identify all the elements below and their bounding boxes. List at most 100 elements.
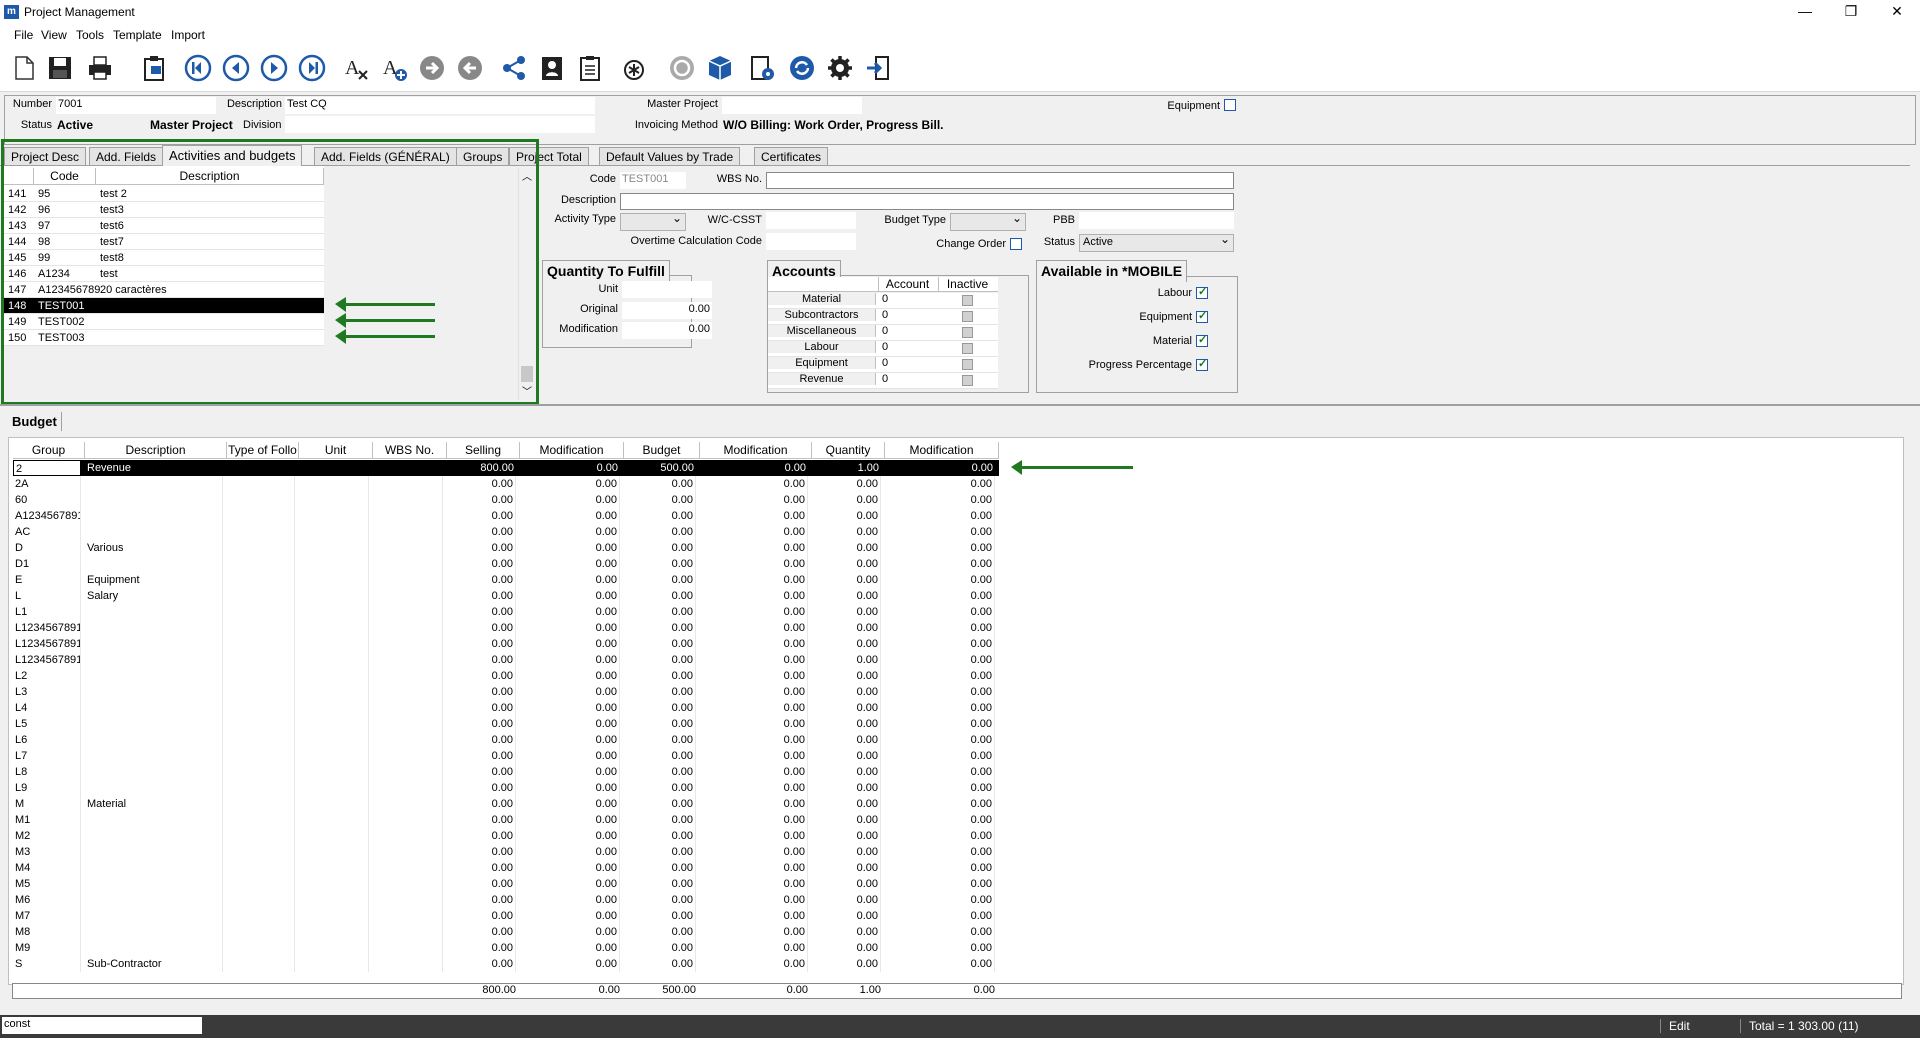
budget-row[interactable]: L7 0.00 0.00 0.00 0.00 0.00 0.00: [13, 748, 999, 764]
budget-col-header[interactable]: Quantity: [812, 442, 885, 459]
detail-description-field[interactable]: [620, 193, 1234, 210]
wbs-field[interactable]: [766, 172, 1234, 189]
contact-card-icon[interactable]: [536, 52, 568, 84]
budget-row[interactable]: M4 0.00 0.00 0.00 0.00 0.00 0.00: [13, 860, 999, 876]
inactive-checkbox[interactable]: [962, 343, 973, 354]
budget-row[interactable]: M2 0.00 0.00 0.00 0.00 0.00 0.00: [13, 828, 999, 844]
back-arrow-icon[interactable]: [454, 52, 486, 84]
budget-row[interactable]: M7 0.00 0.00 0.00 0.00 0.00 0.00: [13, 908, 999, 924]
budget-row[interactable]: L Salary 0.00 0.00 0.00 0.00 0.00 0.00: [13, 588, 999, 604]
qty-original-field[interactable]: 0.00: [622, 302, 712, 319]
budget-row[interactable]: L12345678911 0.00 0.00 0.00 0.00 0.00 0.00: [13, 636, 999, 652]
account-number[interactable]: 0: [882, 341, 888, 353]
inactive-checkbox[interactable]: [962, 327, 973, 338]
next-record-icon[interactable]: [258, 52, 290, 84]
budget-col-header[interactable]: Modification: [700, 442, 812, 459]
budget-col-header[interactable]: Modification: [520, 442, 624, 459]
budget-row[interactable]: A1234567891 0.00 0.00 0.00 0.00 0.00 0.00: [13, 508, 999, 524]
account-number[interactable]: 0: [882, 293, 888, 305]
inactive-checkbox[interactable]: [962, 359, 973, 370]
add-font-icon[interactable]: A: [378, 52, 410, 84]
budget-row[interactable]: M8 0.00 0.00 0.00 0.00 0.00 0.00: [13, 924, 999, 940]
forward-arrow-icon[interactable]: [416, 52, 448, 84]
budget-col-header[interactable]: WBS No.: [373, 442, 447, 459]
mobile-item-checkbox[interactable]: [1196, 357, 1208, 371]
account-number[interactable]: 0: [882, 373, 888, 385]
budget-row[interactable]: L5 0.00 0.00 0.00 0.00 0.00 0.00: [13, 716, 999, 732]
menu-view[interactable]: View: [41, 28, 67, 42]
mobile-item-checkbox[interactable]: [1196, 309, 1208, 323]
overtime-field[interactable]: [766, 233, 856, 250]
budget-row[interactable]: 60 0.00 0.00 0.00 0.00 0.00 0.00: [13, 492, 999, 508]
tab-default-values-by-trade[interactable]: Default Values by Trade: [599, 147, 741, 165]
budget-tab[interactable]: Budget: [8, 412, 62, 431]
budget-row[interactable]: L2 0.00 0.00 0.00 0.00 0.00 0.00: [13, 668, 999, 684]
account-number[interactable]: 0: [882, 309, 888, 321]
refresh-circle-icon[interactable]: [666, 52, 698, 84]
qty-modification-field[interactable]: 0.00: [622, 322, 712, 339]
clipboard-icon[interactable]: [138, 52, 170, 84]
account-number[interactable]: 0: [882, 357, 888, 369]
database-icon[interactable]: [704, 52, 736, 84]
first-record-icon[interactable]: [182, 52, 214, 84]
share-icon[interactable]: [498, 52, 530, 84]
budget-row[interactable]: M6 0.00 0.00 0.00 0.00 0.00 0.00: [13, 892, 999, 908]
budget-row[interactable]: M Material 0.00 0.00 0.00 0.00 0.00 0.00: [13, 796, 999, 812]
budget-col-header[interactable]: Type of Follo: [227, 442, 299, 459]
detail-status-select[interactable]: Active: [1079, 232, 1234, 252]
exit-icon[interactable]: [862, 52, 894, 84]
pbb-field[interactable]: [1079, 212, 1234, 229]
budget-type-select[interactable]: [950, 211, 1026, 231]
budget-row[interactable]: M3 0.00 0.00 0.00 0.00 0.00 0.00: [13, 844, 999, 860]
tab-activities-and-budgets[interactable]: Activities and budgets: [162, 145, 303, 166]
budget-row[interactable]: L1 0.00 0.00 0.00 0.00 0.00 0.00: [13, 604, 999, 620]
budget-row[interactable]: D1 0.00 0.00 0.00 0.00 0.00 0.00: [13, 556, 999, 572]
print-icon[interactable]: [84, 52, 116, 84]
budget-row[interactable]: L3 0.00 0.00 0.00 0.00 0.00 0.00: [13, 684, 999, 700]
menu-import[interactable]: Import: [171, 28, 205, 42]
inactive-checkbox[interactable]: [962, 375, 973, 386]
budget-col-header[interactable]: Group: [13, 442, 85, 459]
budget-row[interactable]: L8 0.00 0.00 0.00 0.00 0.00 0.00: [13, 764, 999, 780]
activity-type-select[interactable]: [620, 211, 686, 231]
gear-icon[interactable]: [824, 52, 856, 84]
number-field[interactable]: 7001: [56, 97, 216, 114]
budget-col-header[interactable]: Unit: [299, 442, 373, 459]
restore-button[interactable]: ❐: [1828, 0, 1874, 24]
budget-row[interactable]: E Equipment 0.00 0.00 0.00 0.00 0.00 0.00: [13, 572, 999, 588]
budget-row[interactable]: L4 0.00 0.00 0.00 0.00 0.00 0.00: [13, 700, 999, 716]
budget-row[interactable]: D Various 0.00 0.00 0.00 0.00 0.00 0.00: [13, 540, 999, 556]
previous-record-icon[interactable]: [220, 52, 252, 84]
budget-row[interactable]: M1 0.00 0.00 0.00 0.00 0.00 0.00: [13, 812, 999, 828]
menu-template[interactable]: Template: [113, 28, 162, 42]
budget-col-header[interactable]: Budget: [624, 442, 700, 459]
mobile-item-checkbox[interactable]: [1196, 285, 1208, 299]
description-field[interactable]: Test CQ: [285, 97, 595, 114]
report-settings-icon[interactable]: [746, 52, 778, 84]
master-project-field[interactable]: [722, 97, 862, 114]
last-record-icon[interactable]: [296, 52, 328, 84]
equipment-checkbox[interactable]: [1224, 99, 1236, 111]
qty-unit-field[interactable]: [622, 281, 712, 298]
budget-row[interactable]: 2A 0.00 0.00 0.00 0.00 0.00 0.00: [13, 476, 999, 492]
budget-col-header[interactable]: Description: [85, 442, 227, 459]
budget-row[interactable]: L6 0.00 0.00 0.00 0.00 0.00 0.00: [13, 732, 999, 748]
budget-row[interactable]: AC 0.00 0.00 0.00 0.00 0.00 0.00: [13, 524, 999, 540]
inactive-checkbox[interactable]: [962, 311, 973, 322]
budget-row[interactable]: L9 0.00 0.00 0.00 0.00 0.00 0.00: [13, 780, 999, 796]
budget-row[interactable]: S Sub-Contractor 0.00 0.00 0.00 0.00 0.00 0.00: [13, 956, 999, 972]
menu-file[interactable]: File: [14, 28, 33, 42]
mobile-item-checkbox[interactable]: [1196, 333, 1208, 347]
budget-row[interactable]: L12345678911 0.00 0.00 0.00 0.00 0.00 0.00: [13, 620, 999, 636]
inactive-checkbox[interactable]: [962, 295, 973, 306]
budget-row[interactable]: 2 Revenue 800.00 0.00 500.00 0.00 1.00 0.00: [13, 460, 999, 476]
close-button[interactable]: ✕: [1874, 0, 1920, 24]
budget-col-header[interactable]: Selling: [447, 442, 520, 459]
budget-row[interactable]: M5 0.00 0.00 0.00 0.00 0.00 0.00: [13, 876, 999, 892]
budget-col-header[interactable]: Modification: [885, 442, 999, 459]
menu-tools[interactable]: Tools: [76, 28, 104, 42]
delete-font-icon[interactable]: A: [340, 52, 372, 84]
code-field[interactable]: TEST001: [620, 172, 686, 189]
tab-certificates[interactable]: Certificates: [754, 147, 829, 165]
checklist-icon[interactable]: [574, 52, 606, 84]
